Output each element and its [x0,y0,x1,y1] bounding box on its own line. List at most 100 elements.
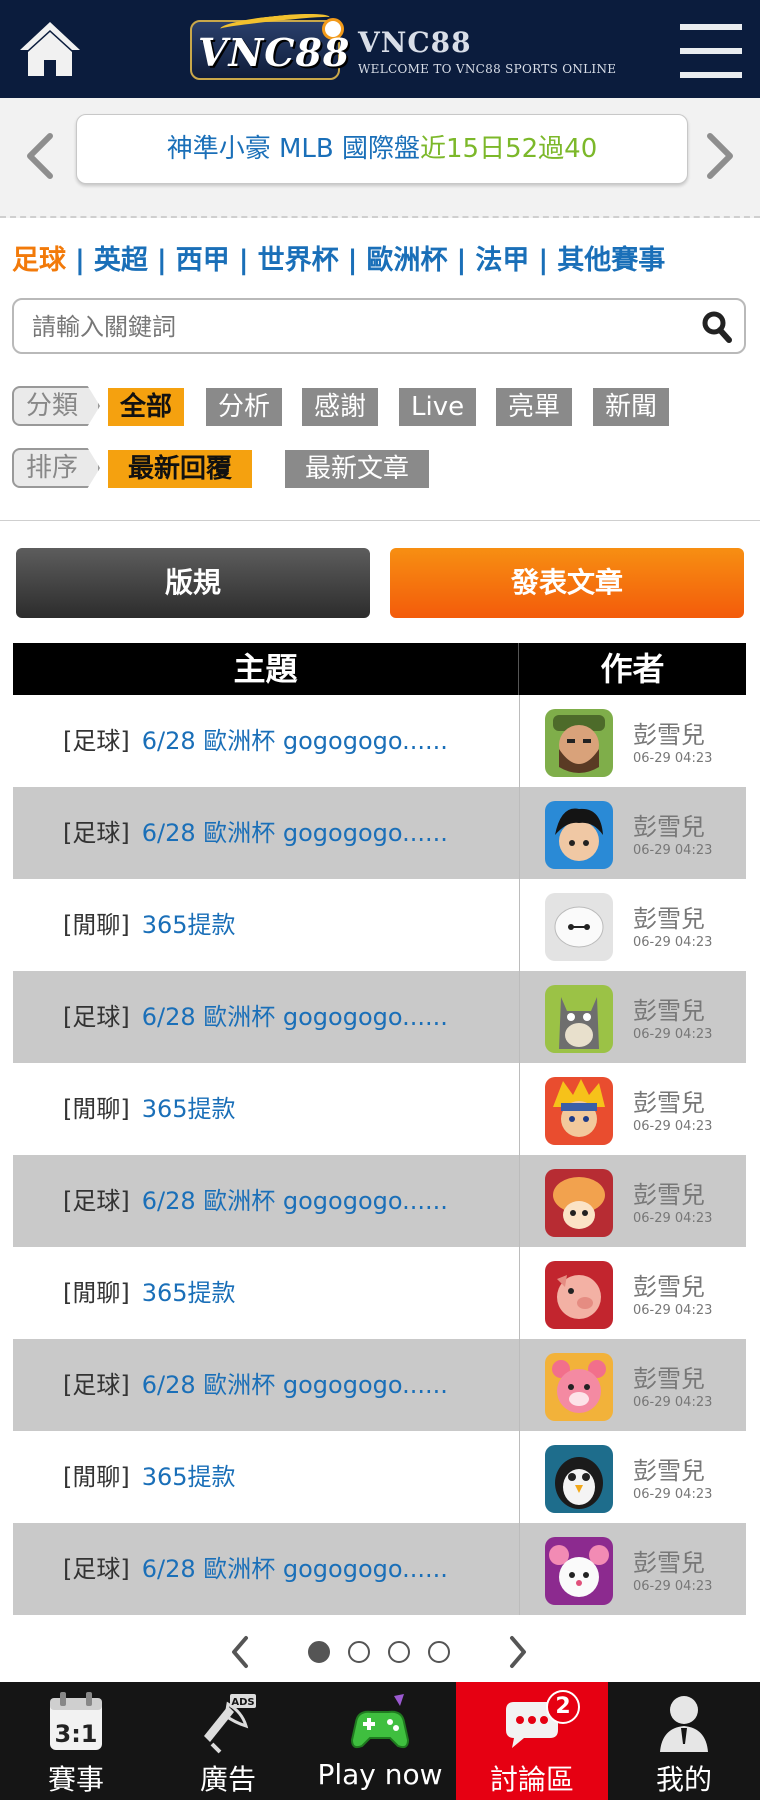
table-row[interactable]: [足球] 6/28 歐洲杯 gogogogo...... 彭雪兒 06-29 04… [13,1339,746,1431]
calendar-score-icon: 3:1 [50,1692,102,1750]
announcement-text-b: 近15日52過40 [420,134,598,164]
topic-title-link[interactable]: 365提款 [142,1463,236,1491]
category-other[interactable]: 其他賽事 [557,245,665,276]
avatar[interactable] [545,985,613,1053]
avatar[interactable] [545,1077,613,1145]
author-name[interactable]: 彭雪兒 [633,1083,705,1118]
category-euro-cup[interactable]: 歐洲杯 [367,245,448,276]
section-divider [0,520,760,521]
search-icon[interactable] [700,310,734,344]
next-announcement-button[interactable] [700,126,740,186]
chevron-left-icon [232,1636,248,1668]
topic-title-link[interactable]: 365提款 [142,911,236,939]
topic-tag: [足球] [63,727,130,755]
topic-title-link[interactable]: 6/28 歐洲杯 gogogogo...... [142,727,448,755]
filter-type-winning-slip[interactable]: 亮單 [496,388,573,426]
post-date: 06-29 04:23 [633,1119,713,1134]
mushroom-avatar-icon [545,1169,613,1237]
avatar[interactable] [545,1169,613,1237]
sort-latest-post[interactable]: 最新文章 [285,450,430,488]
nav-label: 我的 [655,1763,712,1796]
menu-button[interactable] [680,24,742,78]
avatar[interactable] [545,1261,613,1329]
announcement-box[interactable]: 神準小豪 MLB 國際盤近15日52過40 [76,114,688,184]
filter-type-thanks[interactable]: 感謝 [302,388,379,426]
topic-title-link[interactable]: 365提款 [142,1279,236,1307]
category-laliga[interactable]: 西甲 [176,245,230,276]
nav-ads[interactable]: ADS 廣告 [152,1682,304,1800]
logo-text: VNC88 [198,30,351,75]
topic-cell: [足球] 6/28 歐洲杯 gogogogo...... [63,1339,448,1431]
nav-profile[interactable]: 我的 [608,1682,760,1800]
table-row[interactable]: [足球] 6/28 歐洲杯 gogogogo...... 彭雪兒 06-29 04… [13,695,746,787]
table-row[interactable]: [足球] 6/28 歐洲杯 gogogogo...... 彭雪兒 06-29 04… [13,1155,746,1247]
nav-matches[interactable]: 3:1 賽事 [0,1682,152,1800]
avatar[interactable] [545,1537,613,1605]
page-dot-4[interactable] [428,1641,450,1663]
author-name[interactable]: 彭雪兒 [633,899,705,934]
avatar[interactable] [545,1445,613,1513]
page-dot-2[interactable] [348,1641,370,1663]
topics-table: 主題 作者 [足球] 6/28 歐洲杯 gogogogo...... 彭雪兒 06… [13,643,746,1615]
notification-badge: 2 [546,1690,580,1724]
author-name[interactable]: 彭雪兒 [633,1267,705,1302]
gamepad-icon [350,1694,410,1749]
category-soccer[interactable]: 足球 [12,245,66,276]
home-button[interactable] [18,18,82,82]
filter-type-analysis[interactable]: 分析 [206,388,283,426]
table-row[interactable]: [足球] 6/28 歐洲杯 gogogogo...... 彭雪兒 06-29 04… [13,1523,746,1615]
author-name[interactable]: 彭雪兒 [633,1451,705,1486]
category-ligue1[interactable]: 法甲 [475,245,529,276]
author-name[interactable]: 彭雪兒 [633,1543,705,1578]
prev-page-button[interactable] [228,1634,252,1670]
category-separator: | [75,245,85,276]
author-name[interactable]: 彭雪兒 [633,715,705,750]
table-row[interactable]: [閒聊] 365提款 彭雪兒 06-29 04:23 [13,1247,746,1339]
bearded-warrior-avatar-icon [545,709,613,777]
nav-play-now[interactable]: Play now [304,1682,456,1800]
avatar[interactable] [545,893,613,961]
search-input[interactable] [32,308,672,346]
next-page-button[interactable] [506,1634,530,1670]
header-topic: 主題 [13,643,519,695]
category-separator: | [238,245,249,276]
filter-type-all[interactable]: 全部 [108,388,185,426]
avatar[interactable] [545,801,613,869]
post-date: 06-29 04:23 [633,1395,713,1410]
chevron-right-icon [510,1636,526,1668]
page-dot-3[interactable] [388,1641,410,1663]
filter-type-live[interactable]: Live [399,388,477,426]
nav-forum[interactable]: 2 討論區 [456,1682,608,1800]
new-post-button[interactable]: 發表文章 [390,548,744,618]
topic-title-link[interactable]: 6/28 歐洲杯 gogogogo...... [142,1371,448,1399]
table-body: [足球] 6/28 歐洲杯 gogogogo...... 彭雪兒 06-29 04… [13,695,746,1615]
filter-type-news[interactable]: 新聞 [593,388,670,426]
category-epl[interactable]: 英超 [94,245,148,276]
prev-announcement-button[interactable] [20,126,60,186]
avatar[interactable] [545,1353,613,1421]
topic-title-link[interactable]: 6/28 歐洲杯 gogogogo...... [142,1555,448,1583]
author-name[interactable]: 彭雪兒 [633,807,705,842]
table-row[interactable]: [足球] 6/28 歐洲杯 gogogogo...... 彭雪兒 06-29 04… [13,971,746,1063]
author-name[interactable]: 彭雪兒 [633,1359,705,1394]
author-name[interactable]: 彭雪兒 [633,991,705,1026]
topic-title-link[interactable]: 365提款 [142,1095,236,1123]
category-world-cup[interactable]: 世界杯 [258,245,339,276]
author-name[interactable]: 彭雪兒 [633,1175,705,1210]
topic-title-link[interactable]: 6/28 歐洲杯 gogogogo...... [142,1003,448,1031]
page-dot-1[interactable] [308,1641,330,1663]
sort-latest-reply[interactable]: 最新回覆 [108,450,253,488]
nav-label: 討論區 [489,1763,574,1796]
table-row[interactable]: [足球] 6/28 歐洲杯 gogogogo...... 彭雪兒 06-29 04… [13,787,746,879]
topic-title-link[interactable]: 6/28 歐洲杯 gogogogo...... [142,819,448,847]
column-divider [519,1247,520,1339]
forum-rules-button[interactable]: 版規 [16,548,370,618]
category-separator: | [347,245,358,276]
topic-title-link[interactable]: 6/28 歐洲杯 gogogogo...... [142,1187,448,1215]
table-row[interactable]: [閒聊] 365提款 彭雪兒 06-29 04:23 [13,1431,746,1523]
avatar[interactable] [545,709,613,777]
table-row[interactable]: [閒聊] 365提款 彭雪兒 06-29 04:23 [13,1063,746,1155]
table-row[interactable]: [閒聊] 365提款 彭雪兒 06-29 04:23 [13,879,746,971]
post-date: 06-29 04:23 [633,751,713,766]
vnc88-logo[interactable]: VNC88 [190,10,349,86]
